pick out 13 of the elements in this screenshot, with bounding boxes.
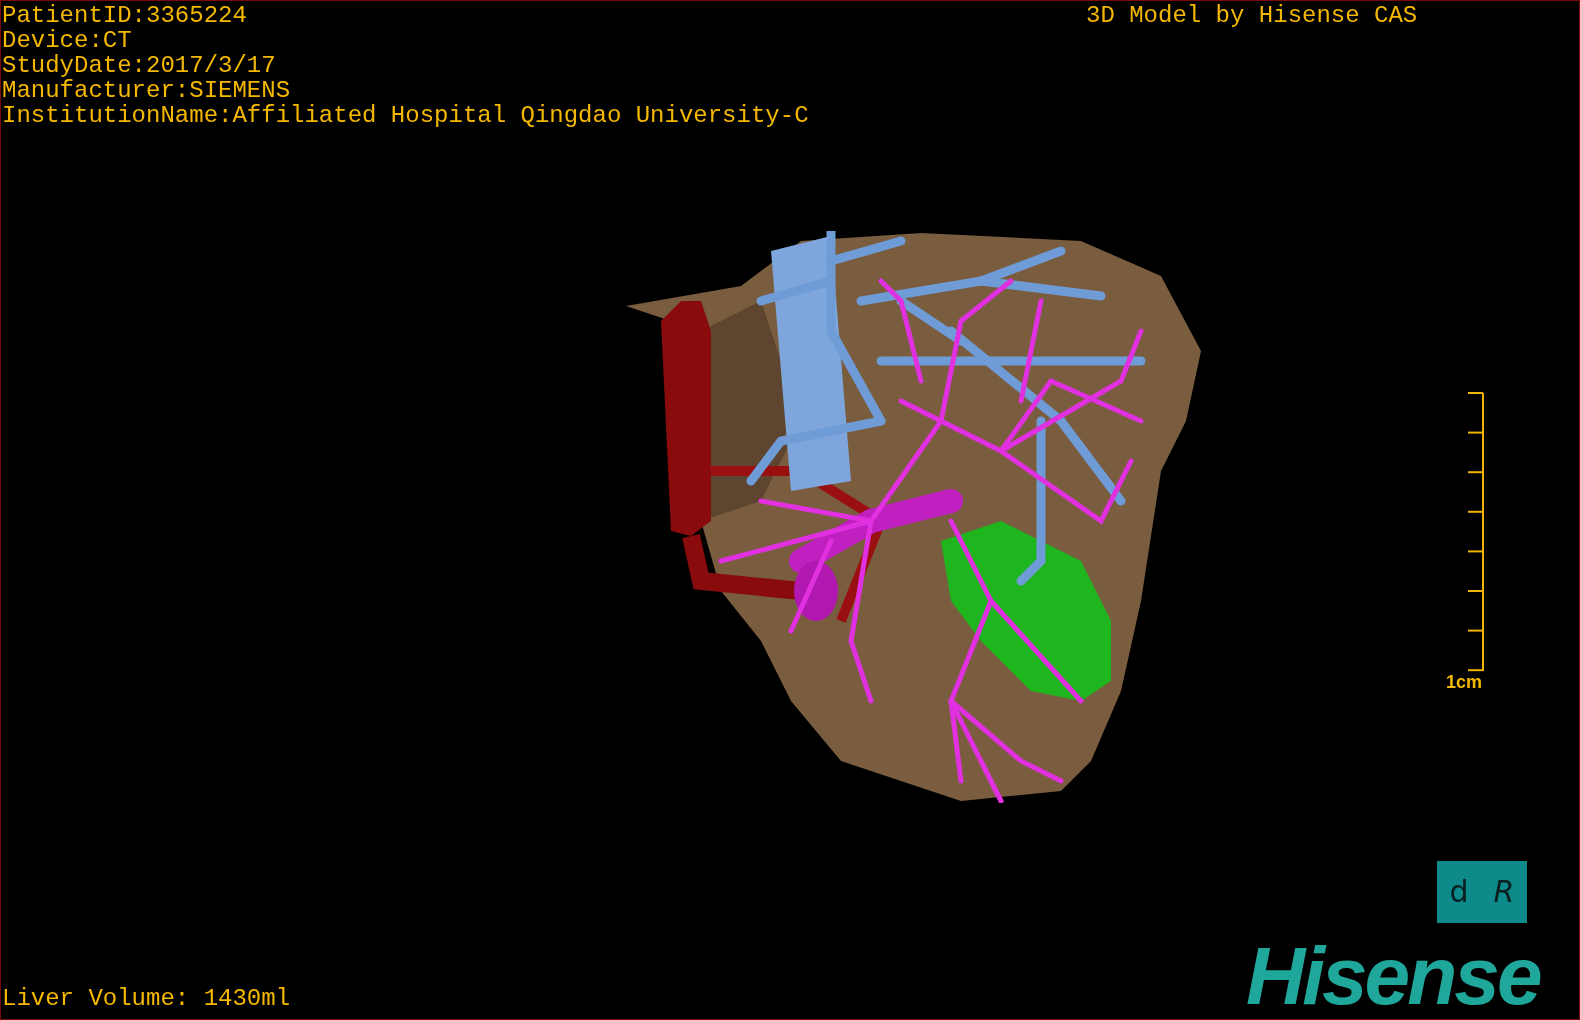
- scale-bar-icon: [1467, 392, 1485, 672]
- patient-info-text: Device:CT: [2, 28, 133, 53]
- brand-logo: Hisense: [1246, 936, 1540, 1016]
- cube-face-label: R: [1493, 877, 1515, 907]
- patient-info-text: StudyDate:2017/3/17: [2, 53, 277, 78]
- patient-info-text: PatientID:3365224: [2, 3, 248, 28]
- orientation-cube[interactable]: d R: [1437, 861, 1527, 923]
- scale-label: 1cm: [1446, 672, 1483, 693]
- liver-volume-text: Liver Volume: 1430ml: [2, 984, 291, 1014]
- cube-face-label: d: [1449, 877, 1469, 907]
- patient-info-text: Manufacturer:SIEMENS: [2, 78, 292, 103]
- patient-info-text: InstitutionName:Affiliated Hospital Qingdao University-C: [2, 103, 809, 128]
- viewer-title: 3D Model by Hisense CAS: [1086, 3, 1418, 28]
